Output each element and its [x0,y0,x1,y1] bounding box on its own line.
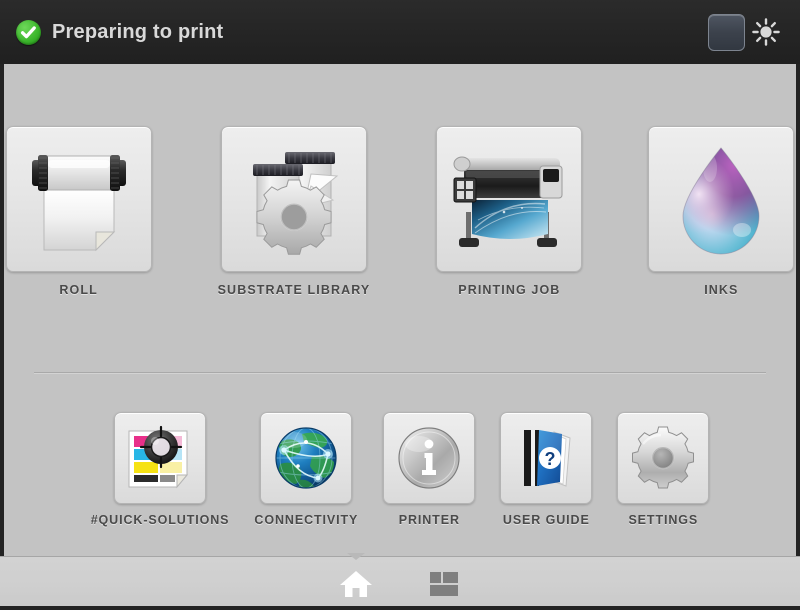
tile-user-guide[interactable]: ? USER GUIDE [500,412,593,527]
sun-icon [752,18,780,46]
tile-substrate-library-card[interactable] [220,126,367,272]
printer-control-panel: Preparing to print ROLL SUBSTRATE LIBRAR… [0,0,800,610]
ink-droplet-icon [682,147,760,255]
help-book-icon: ? [524,430,571,487]
tile-settings-label: SETTINGS [628,513,699,527]
primary-tile-row: ROLL SUBSTRATE LIBRARY PRINTING JOB INKS [4,126,796,297]
header-bar: Preparing to print [0,0,800,64]
tile-connectivity-card[interactable] [260,412,353,504]
nav-tiles-button[interactable] [416,562,472,606]
check-circle-icon [16,19,41,45]
status-area: Preparing to print [16,0,223,64]
grid-icon [430,571,458,596]
tile-inks-card[interactable] [648,126,795,272]
gear-icon [632,426,695,489]
paper-roll-icon [31,155,126,252]
tile-roll-label: ROLL [59,283,98,297]
substrate-gear-icon [252,152,339,255]
color-calibration-icon [128,425,189,489]
bottom-navigation-bar [0,552,800,610]
tile-quick-solutions-label: #QUICK-SOLUTIONS [90,513,230,527]
tile-quick-solutions[interactable]: #QUICK-SOLUTIONS [91,412,230,527]
tile-user-guide-label: USER GUIDE [502,513,590,527]
tile-quick-solutions-card[interactable] [114,412,207,504]
tile-inks-label: INKS [704,283,739,297]
info-disc-icon [398,427,460,489]
tile-printing-job-card[interactable] [436,126,583,272]
tile-inks[interactable]: INKS [648,126,795,297]
screen-icon [707,13,745,51]
tile-printing-job[interactable]: PRINTING JOB [436,126,583,297]
screen-dim-button[interactable] [706,13,746,51]
header-controls [706,13,786,51]
tile-substrate-library-label: SUBSTRATE LIBRARY [217,283,371,297]
tile-printer[interactable]: PRINTER [383,412,476,527]
tile-roll[interactable]: ROLL [5,126,152,297]
tile-printer-card[interactable] [383,412,476,504]
home-screen: ROLL SUBSTRATE LIBRARY PRINTING JOB INKS… [0,64,800,610]
tile-settings[interactable]: SETTINGS [617,412,710,527]
brightness-button[interactable] [746,13,786,51]
tile-roll-card[interactable] [5,126,152,272]
large-format-printer-icon [453,156,563,247]
tile-user-guide-card[interactable]: ? [500,412,593,504]
tile-printer-label: PRINTER [398,513,460,527]
tile-connectivity[interactable]: CONNECTIVITY [254,412,358,527]
secondary-tile-row: #QUICK-SOLUTIONS CONNECTIVITY PRINTER ? … [4,412,796,527]
tile-connectivity-label: CONNECTIVITY [254,513,359,527]
nav-home-button[interactable] [328,552,384,606]
tile-substrate-library[interactable]: SUBSTRATE LIBRARY [218,126,371,297]
tile-printing-job-label: PRINTING JOB [458,283,561,297]
page-title: Preparing to print [52,20,224,43]
tile-settings-card[interactable] [617,412,710,504]
svg-text:?: ? [545,449,556,469]
home-icon [340,570,372,597]
section-divider [34,372,766,374]
globe-network-icon [275,427,337,489]
